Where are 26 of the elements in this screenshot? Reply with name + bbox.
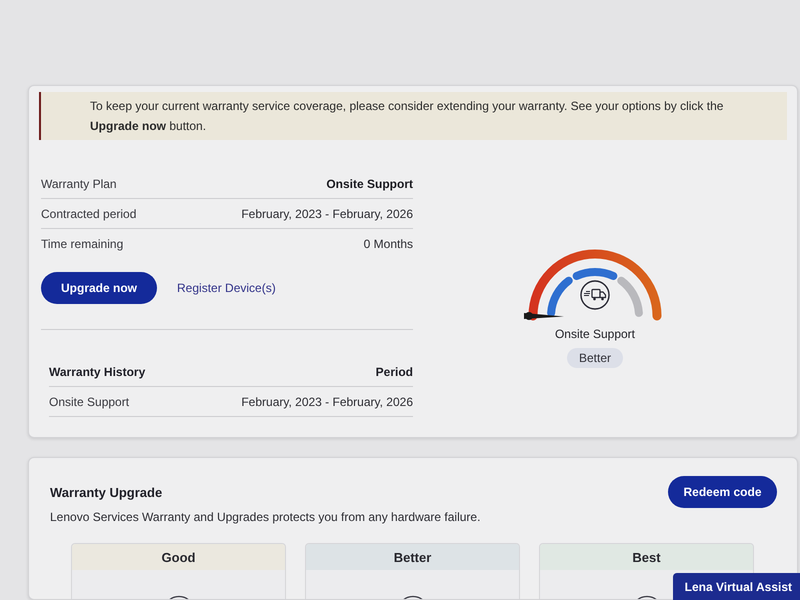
upgrade-now-button[interactable]: Upgrade now [41,272,158,304]
info-label: Warranty Plan [41,176,117,190]
virtual-assistant-button[interactable]: Lena Virtual Assist [672,573,800,600]
tier-badge: Better [566,348,623,368]
tier-card[interactable]: Better [305,543,520,599]
info-label: Time remaining [41,237,124,251]
tier-label: Better [394,550,432,564]
table-cell: Onsite Support [49,394,130,408]
warranty-notice: To keep your current warranty service coverage, please consider extending your warranty. See your options by click the Upgrade now button. [39,92,787,140]
info-value: February, 2023 - February, 2026 [241,206,413,220]
plan-name: Onsite Support [554,326,636,342]
tier-label: Good [162,550,196,564]
gauge-needle [524,312,564,320]
column-header: Warranty History [49,364,146,378]
table-cell: February, 2023 - February, 2026 [241,394,413,408]
tier-label: Best [632,550,661,564]
tier-card[interactable]: Good [71,543,286,599]
section-title: Warranty Upgrade [49,484,162,500]
register-device-link[interactable]: Register Device(s) [177,281,276,295]
info-value: 0 Months [364,237,413,251]
info-label: Contracted period [41,206,136,220]
info-value: Onsite Support [326,176,413,190]
column-header: Period [376,364,413,378]
section-description: Lenovo Services Warranty and Upgrades protects you from any hardware failure. [50,509,482,525]
redeem-code-button[interactable]: Redeem code [668,476,777,508]
truck-icon [580,280,610,310]
